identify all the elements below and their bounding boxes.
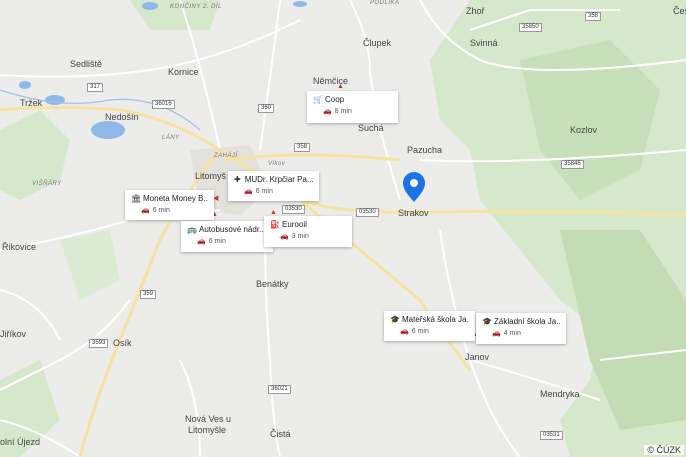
road-shield-359: 359 [140,290,157,299]
place-cesk: Češ [673,6,686,16]
road-shield-358-b: 358 [585,12,602,21]
bus-icon: 🚌 [187,225,197,234]
map-view[interactable]: Zhoř Češ Sedliště Kornice Člupek Svinná … [0,0,686,457]
road-shield-35850: 35850 [519,23,542,32]
place-zhor: Zhoř [466,6,485,16]
cart-icon: 🛒 [313,95,323,104]
poi-time: 4 min [503,329,521,337]
poi-title: Eurooil [282,220,307,229]
place-strakov: Strakov [398,208,429,218]
school-icon: 🎓 [482,317,492,326]
poi-marker-eurooil[interactable]: ▲ [270,209,277,216]
poi-card-bus[interactable]: 🚌 Autobusové nádr... 🚗 6 min [181,221,273,252]
place-kornice: Kornice [168,67,199,77]
area-label-zahaji: ZAHÁJÍ [214,153,238,159]
place-nedosin: Nedošín [105,112,139,122]
poi-card-coop[interactable]: 🛒 Coop 🚗 8 min [307,91,398,123]
place-nova-ves-2: Litomyšle [188,425,227,435]
location-pin-icon [403,172,425,202]
place-trzek: Tržek [20,98,43,108]
area-label-lany: LÁNY [162,135,180,141]
road-shield-360: 360 [258,104,275,113]
poi-time: 6 min [255,187,273,195]
place-nova-ves: Nová Ves u [185,414,232,424]
poi-time: 6 min [411,327,429,335]
poi-time: 8 min [334,107,352,115]
pond-nedosin [91,121,125,139]
poi-card-moneta[interactable]: 🏛 Moneta Money B... 🚗 6 min [125,190,214,220]
poi-card-mudr[interactable]: ✚ MUDr. Krpčiar Pa... 🚗 6 min [228,171,319,201]
pond-north2 [293,1,307,7]
place-pazucha: Pazucha [407,145,443,155]
road-shield-35846: 35846 [561,160,584,169]
place-rikovice: Řikovice [2,242,37,252]
road-shield-358-a: 358 [294,143,311,152]
car-icon: 🚗 [280,233,289,240]
poi-title: Moneta Money B... [143,194,208,203]
place-benatky: Benátky [256,279,289,289]
poi-card-zakladni-skola[interactable]: 🎓 Základní škola Ja... 🚗 4 min [476,313,566,344]
road-shield-36021: 36021 [268,385,291,394]
car-icon: 🚗 [141,207,150,214]
place-mendryka: Mendryka [540,389,580,399]
car-icon: 🚗 [400,328,409,335]
car-icon: 🚗 [197,238,206,245]
car-icon: 🚗 [323,108,332,115]
place-kozlov: Kozlov [570,125,598,135]
place-sedliste: Sedliště [70,59,103,69]
forest-area-mid [60,230,120,300]
pond-trzek [45,95,65,105]
area-label-vlkov: Vlkov [268,161,286,167]
bank-icon: 🏛 [131,194,142,203]
school-icon: 🎓 [390,315,400,324]
place-clupek: Člupek [363,38,392,48]
area-label-podlicka: PODLÍKA [370,0,400,6]
area-label-vistraby: VIŠŇÁRY [32,181,62,187]
road-shield-317: 317 [87,83,104,92]
area-label-koniny: KONČINY 2. DÍL [170,4,222,10]
poi-title: Coop [325,95,345,104]
place-jirikov: Jiříkov [0,329,27,339]
place-cista: Čistá [270,429,291,439]
poi-title: Mateřská škola Ja... [402,315,469,324]
hospital-icon: ✚ [234,175,241,184]
road-shield-03530-b: 03530 [356,208,379,217]
car-icon: 🚗 [492,330,501,337]
road-shield-03531: 03531 [540,431,563,440]
place-osik: Osík [113,338,132,348]
place-janov: Janov [465,352,490,362]
car-icon: 🚗 [244,188,253,195]
place-litomysl: Litomyš [195,171,227,181]
pond-small [19,81,31,89]
road-shield-03530-a: 03530 [282,205,305,214]
place-olni-ujezd: olní Újezd [0,437,41,447]
fuel-icon: ⛽ [270,220,280,229]
poi-time: 6 min [152,206,170,214]
copyright-label: © ČÚZK [644,445,684,455]
poi-time: 6 min [208,237,226,245]
poi-title: Autobusové nádr... [199,225,266,234]
poi-card-materska-skola[interactable]: 🎓 Mateřská škola Ja... 🚗 6 min [384,311,475,341]
poi-time: 3 min [291,232,309,240]
road-shield-3593: 3593 [89,339,109,348]
poi-title: MUDr. Krpčiar Pa... [244,175,313,184]
pond-north [142,2,158,10]
poi-marker-coop[interactable]: ▲ [337,83,344,90]
poi-title: Základní škola Ja... [494,317,560,326]
place-sucha: Suchá [358,123,384,133]
road-shield-36016: 36016 [152,100,175,109]
place-svinna: Svinná [470,38,498,48]
poi-card-eurooil[interactable]: ⛽ Eurooil 🚗 3 min [264,216,352,247]
